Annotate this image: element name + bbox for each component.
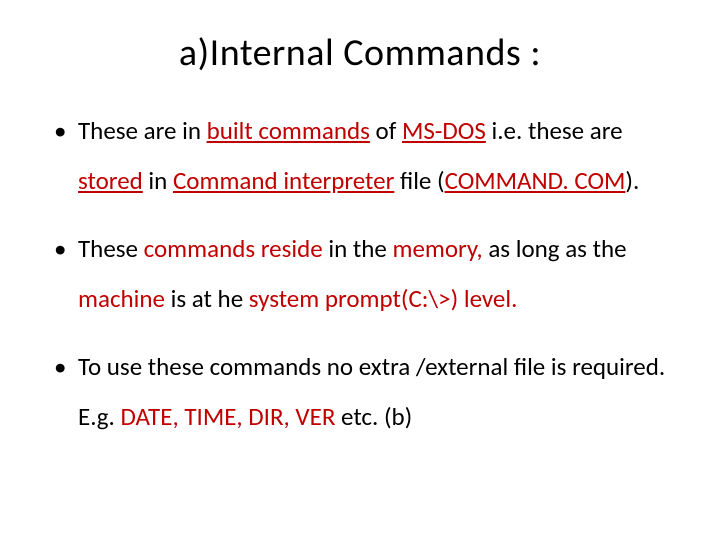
slide: a)Internal Commands : These are in built… xyxy=(0,0,720,540)
bullet-list: These are in built commands of MS-DOS i.… xyxy=(50,106,670,442)
text-c-prompt: C:\> xyxy=(408,283,450,314)
text-command-com: COMMAND. COM xyxy=(445,165,626,196)
text-memory: memory, xyxy=(392,233,482,264)
text: ). xyxy=(625,165,639,196)
bullet-3: To use these commands no extra /external… xyxy=(50,342,670,442)
text-machine: machine xyxy=(78,283,165,314)
text-level: level. xyxy=(464,283,518,314)
text: These xyxy=(78,233,144,264)
text: is at he xyxy=(165,283,249,314)
text: in xyxy=(143,165,173,196)
text: in the xyxy=(323,233,393,264)
text: ) xyxy=(451,283,464,314)
text-commands-reside: commands reside xyxy=(144,233,323,264)
text-ms-dos: MS-DOS xyxy=(402,115,486,146)
text-built-commands: built commands xyxy=(207,115,370,146)
text: file ( xyxy=(394,165,444,196)
text: i.e. these are xyxy=(486,115,623,146)
text: etc. (b) xyxy=(335,401,412,432)
bullet-1: These are in built commands of MS-DOS i.… xyxy=(50,106,670,206)
text-command-interpreter: Command interpreter xyxy=(173,165,394,196)
text: as long as the xyxy=(483,233,627,264)
text: of xyxy=(370,115,402,146)
slide-title: a)Internal Commands : xyxy=(50,30,670,76)
text-date-time-dir-ver: DATE, TIME, DIR, VER xyxy=(121,401,336,432)
text-stored: stored xyxy=(78,165,143,196)
text: These are in xyxy=(78,115,207,146)
bullet-2: These commands reside in the memory, as … xyxy=(50,224,670,324)
text-system-prompt: system prompt( xyxy=(249,283,409,314)
